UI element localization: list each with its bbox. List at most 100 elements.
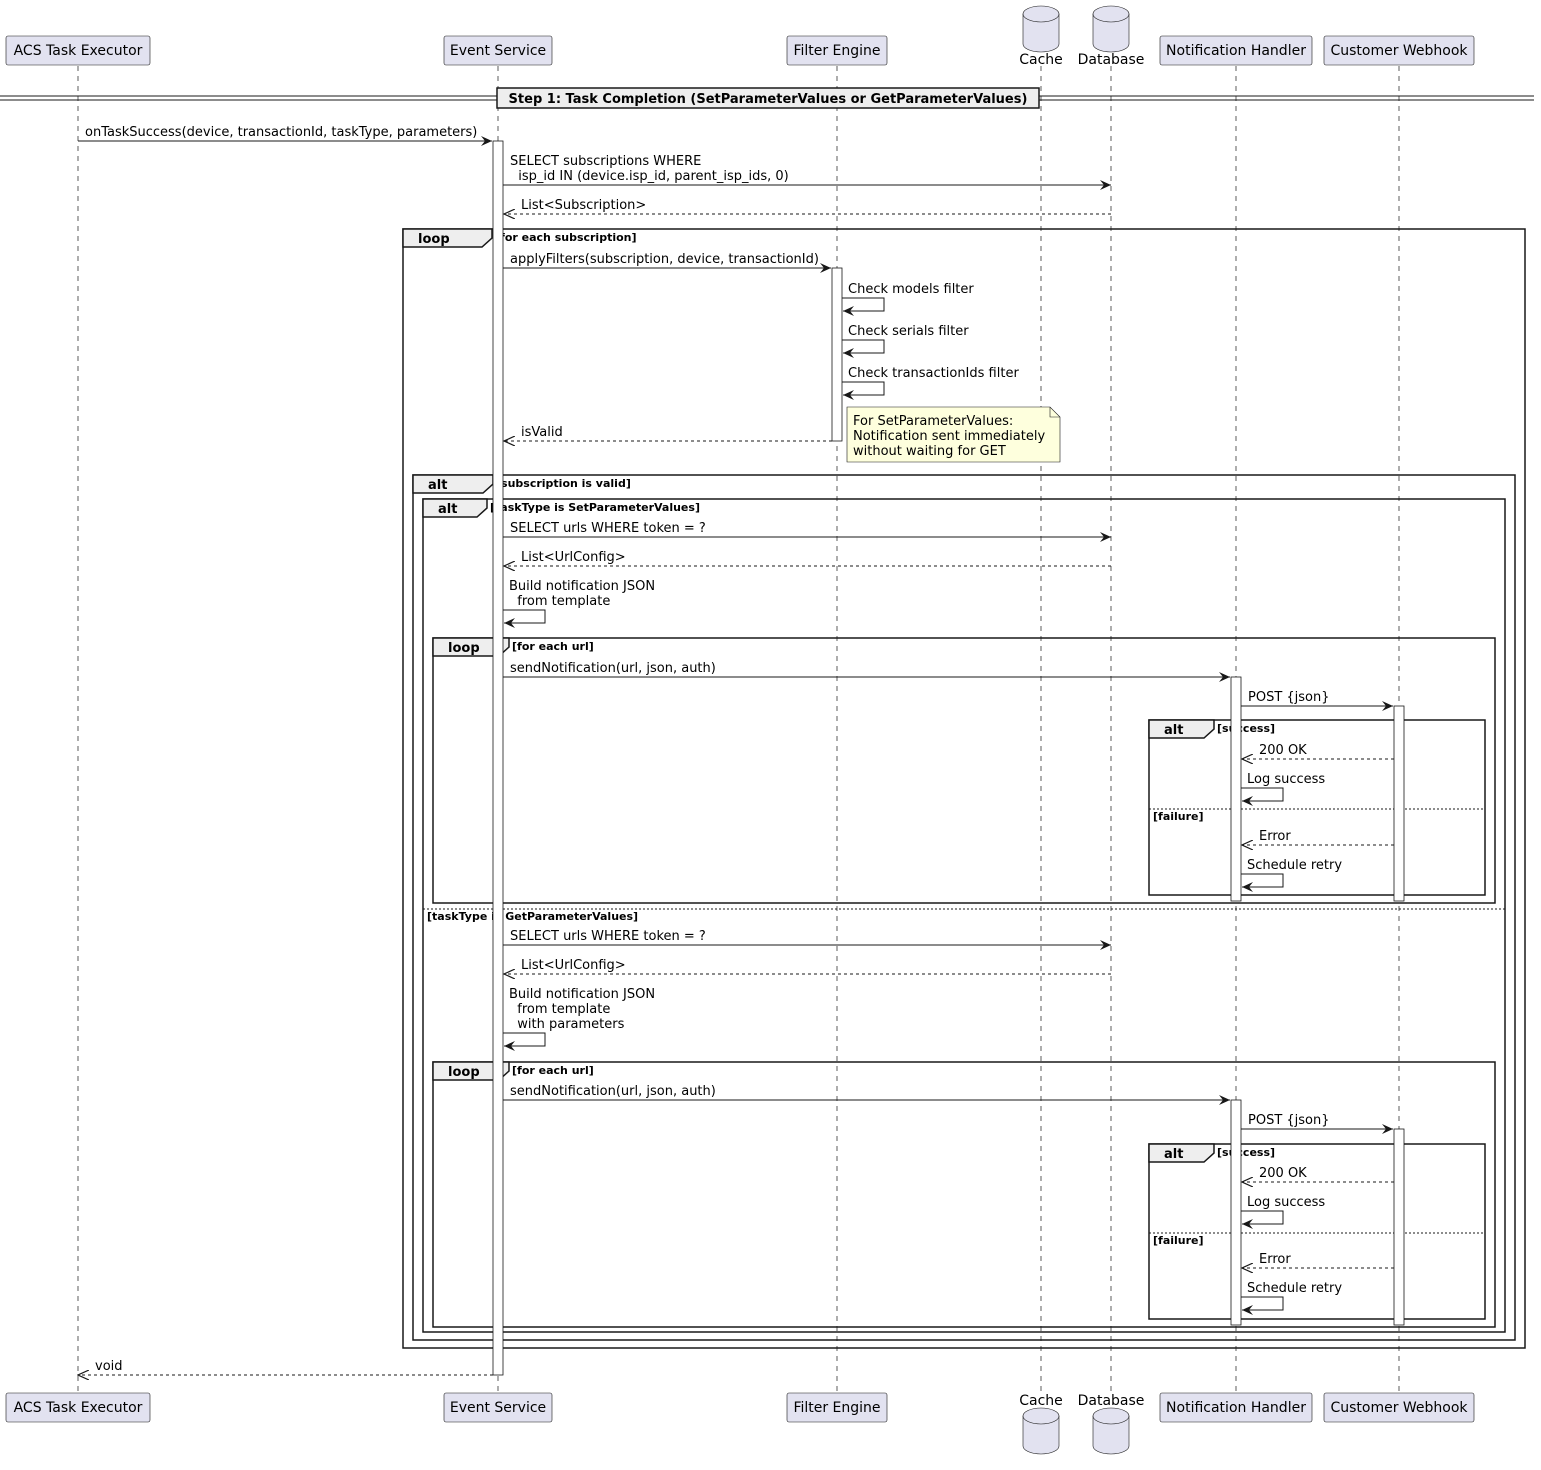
msg-error-1: Error bbox=[1242, 829, 1394, 845]
message-label: Schedule retry bbox=[1247, 1281, 1342, 1296]
frame-keyword: alt bbox=[428, 478, 447, 493]
participant-webhook-top: Customer Webhook bbox=[1323, 35, 1475, 66]
self-message-arrow bbox=[1241, 873, 1284, 892]
message-label: onTaskSuccess(device, transactionId, tas… bbox=[85, 125, 477, 140]
msg-log-success-2: Log success bbox=[1241, 1195, 1325, 1229]
message-label: 200 OK bbox=[1259, 743, 1307, 758]
message-label: Log success bbox=[1247, 1195, 1325, 1210]
msg-void-return: void bbox=[78, 1359, 493, 1375]
message-label: SELECT urls WHERE token = ? bbox=[510, 521, 706, 536]
participant-label: Filter Engine bbox=[793, 1400, 880, 1416]
participant-label: Cache bbox=[1019, 52, 1063, 68]
participant-executor-top: ACS Task Executor bbox=[5, 35, 151, 66]
self-message-arrow bbox=[1241, 1210, 1284, 1229]
msg-check-models: Check models filter bbox=[842, 282, 974, 316]
frame-guard: [success] bbox=[1217, 1146, 1275, 1159]
msg-check-transactionids: Check transactionIds filter bbox=[842, 366, 1019, 400]
activation-webhook-1 bbox=[1393, 705, 1405, 902]
participant-label: Filter Engine bbox=[793, 43, 880, 59]
message-label: List<UrlConfig> bbox=[521, 958, 626, 973]
msg-build-json-1: Build notification JSON from template bbox=[503, 579, 655, 628]
message-label: from template bbox=[509, 1002, 610, 1017]
activation-notification-1 bbox=[1230, 676, 1242, 902]
activation-event-service bbox=[492, 140, 504, 1376]
participant-cache-bottom: Cache bbox=[1019, 1393, 1063, 1455]
participant-label: Event Service bbox=[450, 1400, 546, 1416]
participant-label: Notification Handler bbox=[1166, 1400, 1306, 1416]
msg-200-ok-2: 200 OK bbox=[1242, 1166, 1394, 1182]
message-label: Check transactionIds filter bbox=[848, 366, 1019, 381]
frame-guard: [success] bbox=[1217, 722, 1275, 735]
message-label: Error bbox=[1259, 829, 1291, 844]
message-label: SELECT urls WHERE token = ? bbox=[510, 929, 706, 944]
frame-keyword: alt bbox=[1164, 723, 1183, 738]
participant-event-bottom: Event Service bbox=[443, 1392, 553, 1423]
msg-list-subscription: List<Subscription> bbox=[504, 198, 1111, 214]
self-message-arrow bbox=[842, 339, 885, 358]
participant-notif-top: Notification Handler bbox=[1159, 35, 1313, 66]
self-message-arrow bbox=[842, 297, 885, 316]
frame-tab bbox=[412, 474, 494, 494]
message-label: with parameters bbox=[509, 1017, 625, 1032]
frame-guard: [taskType is SetParameterValues] bbox=[490, 501, 700, 514]
msg-on-task-success: onTaskSuccess(device, transactionId, tas… bbox=[78, 125, 492, 146]
participant-label: ACS Task Executor bbox=[14, 1400, 143, 1416]
activation-notification-2 bbox=[1230, 1099, 1242, 1326]
participant-executor-bottom: ACS Task Executor bbox=[5, 1392, 151, 1423]
msg-is-valid: isValid bbox=[504, 425, 832, 441]
message-label: isValid bbox=[521, 425, 563, 440]
msg-apply-filters: applyFilters(subscription, device, trans… bbox=[503, 252, 831, 273]
participant-label: Database bbox=[1078, 52, 1145, 68]
message-label: Error bbox=[1259, 1252, 1291, 1267]
frame-else-guard: [failure] bbox=[1153, 810, 1204, 823]
msg-schedule-retry-1: Schedule retry bbox=[1241, 858, 1342, 892]
msg-list-urlconfig-1: List<UrlConfig> bbox=[504, 550, 1111, 566]
frame-else-guard: [failure] bbox=[1153, 1234, 1204, 1247]
msg-200-ok-1: 200 OK bbox=[1242, 743, 1394, 759]
self-message-arrow bbox=[1241, 787, 1284, 806]
note-line: without waiting for GET bbox=[853, 444, 1006, 459]
participant-label: ACS Task Executor bbox=[14, 43, 143, 59]
note-setparametervalues: For SetParameterValues:Notification sent… bbox=[846, 406, 1061, 463]
self-message-arrow bbox=[503, 1032, 546, 1051]
msg-select-urls-2: SELECT urls WHERE token = ? bbox=[503, 929, 1111, 950]
message-label: from template bbox=[509, 594, 610, 609]
msg-check-serials: Check serials filter bbox=[842, 324, 969, 358]
participant-filter-top: Filter Engine bbox=[786, 35, 888, 66]
msg-send-notification-1: sendNotification(url, json, auth) bbox=[503, 661, 1230, 682]
participant-label: Database bbox=[1078, 1393, 1145, 1409]
participant-label: Notification Handler bbox=[1166, 43, 1306, 59]
participant-db-bottom: Database bbox=[1078, 1393, 1145, 1455]
message-label: Check serials filter bbox=[848, 324, 969, 339]
message-label: POST {json} bbox=[1248, 690, 1330, 705]
note-line: For SetParameterValues: bbox=[853, 414, 1013, 429]
message-label: 200 OK bbox=[1259, 1166, 1307, 1181]
frame-guard: [for each url] bbox=[512, 1064, 594, 1077]
participant-cache-top: Cache bbox=[1019, 5, 1063, 68]
frame-keyword: loop bbox=[418, 232, 450, 247]
message-label: List<Subscription> bbox=[521, 198, 646, 213]
msg-send-notification-2: sendNotification(url, json, auth) bbox=[503, 1084, 1230, 1105]
msg-post-json-1: POST {json} bbox=[1241, 690, 1393, 711]
message-label: sendNotification(url, json, auth) bbox=[510, 661, 716, 676]
frame-keyword: alt bbox=[1164, 1147, 1183, 1162]
database-icon-top bbox=[1092, 1407, 1130, 1425]
msg-schedule-retry-2: Schedule retry bbox=[1241, 1281, 1342, 1315]
msg-build-json-2: Build notification JSON from template wi… bbox=[503, 987, 655, 1051]
activation-filter-engine bbox=[831, 267, 843, 442]
message-label: applyFilters(subscription, device, trans… bbox=[510, 252, 819, 267]
message-label: Log success bbox=[1247, 772, 1325, 787]
msg-log-success-1: Log success bbox=[1241, 772, 1325, 806]
frame-guard: [for each subscription] bbox=[495, 231, 637, 244]
message-label: isp_id IN (device.isp_id, parent_isp_ids… bbox=[510, 169, 789, 184]
note-line: Notification sent immediately bbox=[853, 429, 1045, 444]
frame-alt-tasktype: alt [taskType is SetParameterValues] [task… bbox=[422, 498, 1506, 1333]
msg-post-json-2: POST {json} bbox=[1241, 1113, 1393, 1134]
message-label: List<UrlConfig> bbox=[521, 550, 626, 565]
activation-webhook-2 bbox=[1393, 1128, 1405, 1326]
frame-else-guard: [taskType is GetParameterValues] bbox=[427, 910, 638, 923]
message-label: SELECT subscriptions WHERE bbox=[510, 154, 701, 169]
frame-loop-subscription: loop [for each subscription] bbox=[402, 228, 1526, 1349]
message-label: void bbox=[95, 1359, 123, 1374]
participant-label: Event Service bbox=[450, 43, 546, 59]
